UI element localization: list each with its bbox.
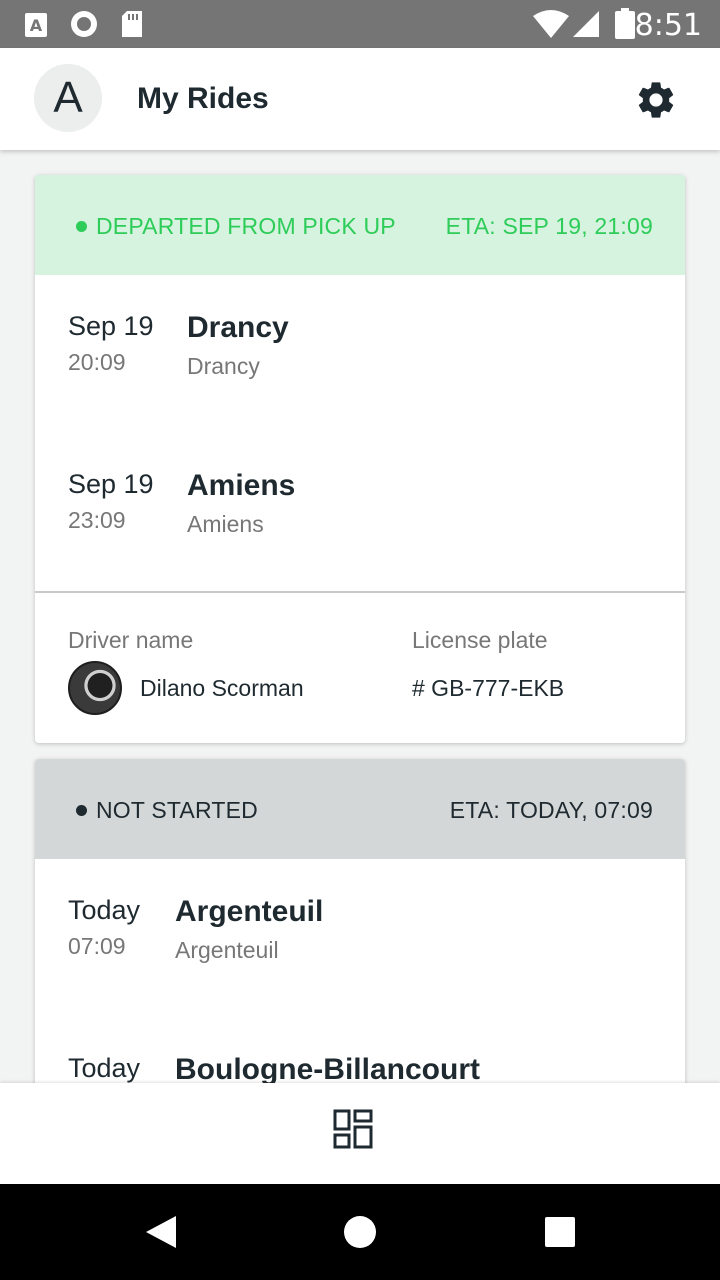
gear-icon[interactable] xyxy=(634,78,678,122)
ride-status-header: DEPARTED FROM PICK UP ETA: SEP 19, 21:09 xyxy=(35,175,685,275)
status-dot xyxy=(76,221,87,232)
stop-date: Today xyxy=(68,1053,141,1083)
stop-city: Drancy xyxy=(187,311,289,344)
svg-text:A: A xyxy=(30,16,43,35)
ride-card[interactable]: NOT STARTED ETA: TODAY, 07:09 Today 07:0… xyxy=(35,759,685,1083)
stop-address: Amiens xyxy=(187,511,264,537)
stop-address: Drancy xyxy=(187,353,260,379)
clock: 8:51 xyxy=(634,8,702,43)
system-nav-bar xyxy=(0,1184,720,1280)
ride-status: NOT STARTED xyxy=(96,797,258,823)
stop-address: Argenteuil xyxy=(175,937,279,963)
stop-date: Today xyxy=(68,895,141,925)
pickup-stop: Today 07:09 Argenteuil Argenteuil xyxy=(35,859,685,1017)
recents-icon[interactable] xyxy=(543,1215,577,1249)
back-icon[interactable] xyxy=(144,1214,178,1250)
battery-icon xyxy=(615,8,635,39)
sd-card-icon xyxy=(122,11,142,37)
page-title: My Rides xyxy=(137,82,269,115)
record-icon xyxy=(71,11,97,37)
driver-name: Dilano Scorman xyxy=(140,675,304,701)
dropoff-stop: Today Boulogne-Billancourt xyxy=(35,1017,685,1083)
stop-city: Argenteuil xyxy=(175,895,324,928)
avatar[interactable]: A xyxy=(34,64,102,132)
ride-status-header: NOT STARTED ETA: TODAY, 07:09 xyxy=(35,759,685,859)
ride-list[interactable]: DEPARTED FROM PICK UP ETA: SEP 19, 21:09… xyxy=(0,150,720,1083)
license-plate: # GB-777-EKB xyxy=(412,675,565,701)
stop-date: Sep 19 xyxy=(68,469,154,499)
pickup-stop: Sep 19 20:09 Drancy Drancy xyxy=(35,275,685,433)
stop-time: 23:09 xyxy=(68,507,126,533)
bottom-bar xyxy=(0,1083,720,1184)
driver-avatar xyxy=(68,661,122,715)
status-dot xyxy=(76,805,87,816)
stop-time: 20:09 xyxy=(68,349,126,375)
wifi-icon xyxy=(533,10,569,38)
ride-eta: ETA: SEP 19, 21:09 xyxy=(445,213,653,239)
license-plate-label: License plate xyxy=(412,627,548,653)
dropoff-stop: Sep 19 23:09 Amiens Amiens xyxy=(35,433,685,591)
ride-card[interactable]: DEPARTED FROM PICK UP ETA: SEP 19, 21:09… xyxy=(35,175,685,743)
stop-city: Boulogne-Billancourt xyxy=(175,1053,480,1083)
driver-name-label: Driver name xyxy=(68,627,194,653)
stop-date: Sep 19 xyxy=(68,311,154,341)
qr-scan-icon[interactable] xyxy=(333,1109,373,1149)
driver-info: Driver name License plate Dilano Scorman… xyxy=(35,593,685,743)
app-header: A My Rides xyxy=(0,48,720,150)
a-notification-icon: A xyxy=(25,13,47,37)
ride-status: DEPARTED FROM PICK UP xyxy=(96,213,396,239)
stop-time: 07:09 xyxy=(68,933,126,959)
signal-icon xyxy=(573,11,599,37)
status-bar: A 8:51 xyxy=(0,0,720,48)
stop-city: Amiens xyxy=(187,469,296,502)
home-icon[interactable] xyxy=(342,1214,378,1250)
ride-eta: ETA: TODAY, 07:09 xyxy=(449,797,653,823)
